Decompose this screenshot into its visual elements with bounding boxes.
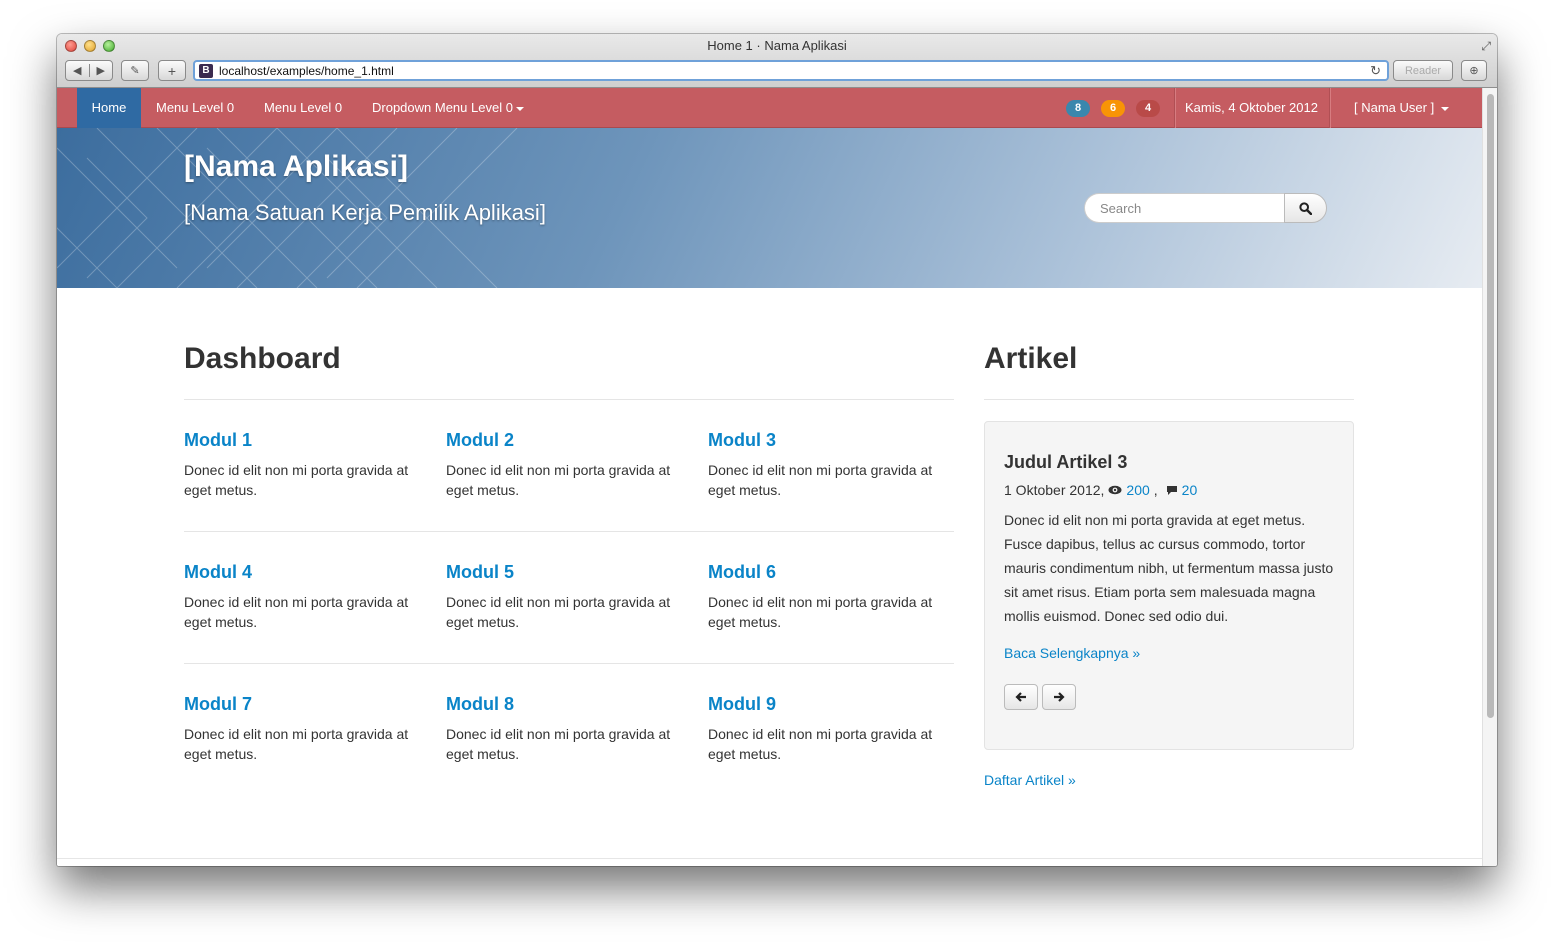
app-subtitle: [Nama Satuan Kerja Pemilik Aplikasi] [184, 200, 546, 225]
evernote-extension-icon[interactable]: ✎ [121, 60, 149, 81]
dashboard-divider [184, 399, 954, 400]
next-article-button[interactable] [1042, 684, 1076, 710]
module-description: Donec id elit non mi porta gravida at eg… [446, 594, 671, 630]
module-description: Donec id elit non mi porta gravida at eg… [184, 462, 409, 498]
nav-dropdown-menu[interactable]: Dropdown Menu Level 0 [372, 88, 524, 128]
browser-toolbar: Home 1 · Nama Aplikasi ⤢ ◀ ▶ ✎ + B local… [57, 34, 1497, 88]
module-description: Donec id elit non mi porta gravida at eg… [708, 726, 933, 762]
module-card: Modul 8 Donec id elit non mi porta gravi… [446, 694, 686, 764]
back-forward-buttons: ◀ ▶ [65, 60, 113, 81]
reader-button[interactable]: Reader [1393, 60, 1453, 81]
module-title-link[interactable]: Modul 4 [184, 562, 424, 583]
article-meta: 1 Oktober 2012, 200, 20 [1004, 482, 1197, 498]
nav-divider [1174, 88, 1175, 128]
read-more-link[interactable]: Baca Selengkapnya » [1004, 645, 1140, 661]
user-menu[interactable]: [ Nama User ] [1354, 88, 1450, 128]
eye-icon [1108, 485, 1122, 495]
caret-down-icon [1441, 106, 1450, 111]
new-tab-button[interactable]: + [158, 60, 186, 81]
user-name: [ Nama User ] [1354, 100, 1435, 115]
page-content: Home Menu Level 0 Menu Level 0 Dropdown … [57, 88, 1482, 866]
module-title-link[interactable]: Modul 8 [446, 694, 686, 715]
module-title-link[interactable]: Modul 5 [446, 562, 686, 583]
vertical-scrollbar[interactable] [1482, 88, 1497, 866]
module-card: Modul 3 Donec id elit non mi porta gravi… [708, 430, 948, 500]
dashboard-heading: Dashboard [184, 342, 341, 375]
url-text: localhost/examples/home_1.html [219, 63, 394, 78]
reload-icon[interactable]: ↻ [1370, 63, 1381, 79]
downloads-icon[interactable]: ⊕ [1461, 60, 1487, 81]
nav-divider [1329, 88, 1330, 128]
module-description: Donec id elit non mi porta gravida at eg… [708, 462, 933, 498]
header-banner: [Nama Aplikasi] [Nama Satuan Kerja Pemil… [57, 128, 1482, 288]
module-description: Donec id elit non mi porta gravida at eg… [184, 726, 409, 762]
forward-icon[interactable]: ▶ [88, 64, 113, 77]
module-row-divider [184, 663, 954, 664]
window-title: Home 1 · Nama Aplikasi [707, 38, 847, 53]
module-title-link[interactable]: Modul 9 [708, 694, 948, 715]
all-articles-link[interactable]: Daftar Artikel » [984, 772, 1076, 788]
nav-menu-level-0-b[interactable]: Menu Level 0 [264, 88, 342, 128]
module-card: Modul 6 Donec id elit non mi porta gravi… [708, 562, 948, 632]
artikel-divider [984, 399, 1354, 400]
meta-separator: , [1153, 482, 1158, 498]
artikel-heading: Artikel [984, 342, 1078, 375]
arrow-left-icon [1015, 692, 1026, 702]
nav-menu-level-0-a[interactable]: Menu Level 0 [156, 88, 234, 128]
module-card: Modul 4 Donec id elit non mi porta gravi… [184, 562, 424, 632]
article-date: 1 Oktober 2012, [1004, 482, 1105, 498]
nav-dropdown-label: Dropdown Menu Level 0 [372, 100, 513, 115]
browser-window: Home 1 · Nama Aplikasi ⤢ ◀ ▶ ✎ + B local… [57, 34, 1497, 866]
article-excerpt: Donec id elit non mi porta gravida at eg… [1004, 512, 1334, 624]
module-row-divider [184, 531, 954, 532]
article-card: Judul Artikel 3 1 Oktober 2012, 200, 20 … [984, 421, 1354, 750]
comment-icon [1166, 485, 1177, 495]
scrollbar-thumb[interactable] [1487, 94, 1494, 718]
notification-badge-blue[interactable]: 8 [1066, 100, 1090, 117]
notification-badge-red[interactable]: 4 [1136, 100, 1160, 117]
module-description: Donec id elit non mi porta gravida at eg… [708, 594, 933, 630]
module-description: Donec id elit non mi porta gravida at eg… [446, 462, 671, 498]
search-button[interactable] [1284, 193, 1327, 223]
back-icon[interactable]: ◀ [66, 64, 89, 77]
module-description: Donec id elit non mi porta gravida at eg… [446, 726, 671, 762]
caret-down-icon [515, 106, 524, 111]
site-favicon: B [199, 63, 213, 78]
article-views-link[interactable]: 200 [1126, 482, 1149, 498]
address-bar[interactable]: B localhost/examples/home_1.html ↻ [193, 60, 1389, 81]
search-icon [1299, 201, 1312, 215]
module-title-link[interactable]: Modul 3 [708, 430, 948, 451]
nav-date: Kamis, 4 Oktober 2012 [1185, 100, 1318, 115]
nav-home[interactable]: Home [77, 88, 141, 128]
app-title: [Nama Aplikasi] [184, 150, 408, 183]
module-card: Modul 5 Donec id elit non mi porta gravi… [446, 562, 686, 632]
module-title-link[interactable]: Modul 2 [446, 430, 686, 451]
module-title-link[interactable]: Modul 6 [708, 562, 948, 583]
search-form [1084, 193, 1327, 223]
module-title-link[interactable]: Modul 1 [184, 430, 424, 451]
article-comments-link[interactable]: 20 [1182, 482, 1198, 498]
notification-badge-orange[interactable]: 6 [1101, 100, 1125, 117]
arrow-right-icon [1054, 692, 1065, 702]
top-navbar: Home Menu Level 0 Menu Level 0 Dropdown … [57, 88, 1482, 128]
module-card: Modul 7 Donec id elit non mi porta gravi… [184, 694, 424, 764]
module-title-link[interactable]: Modul 7 [184, 694, 424, 715]
footer-divider [57, 858, 1482, 859]
search-input[interactable] [1084, 193, 1284, 223]
article-title: Judul Artikel 3 [1004, 452, 1128, 472]
module-card: Modul 9 Donec id elit non mi porta gravi… [708, 694, 948, 764]
module-description: Donec id elit non mi porta gravida at eg… [184, 594, 409, 630]
previous-article-button[interactable] [1004, 684, 1038, 710]
fullscreen-icon[interactable]: ⤢ [1481, 39, 1491, 54]
module-card: Modul 1 Donec id elit non mi porta gravi… [184, 430, 424, 500]
module-card: Modul 2 Donec id elit non mi porta gravi… [446, 430, 686, 500]
